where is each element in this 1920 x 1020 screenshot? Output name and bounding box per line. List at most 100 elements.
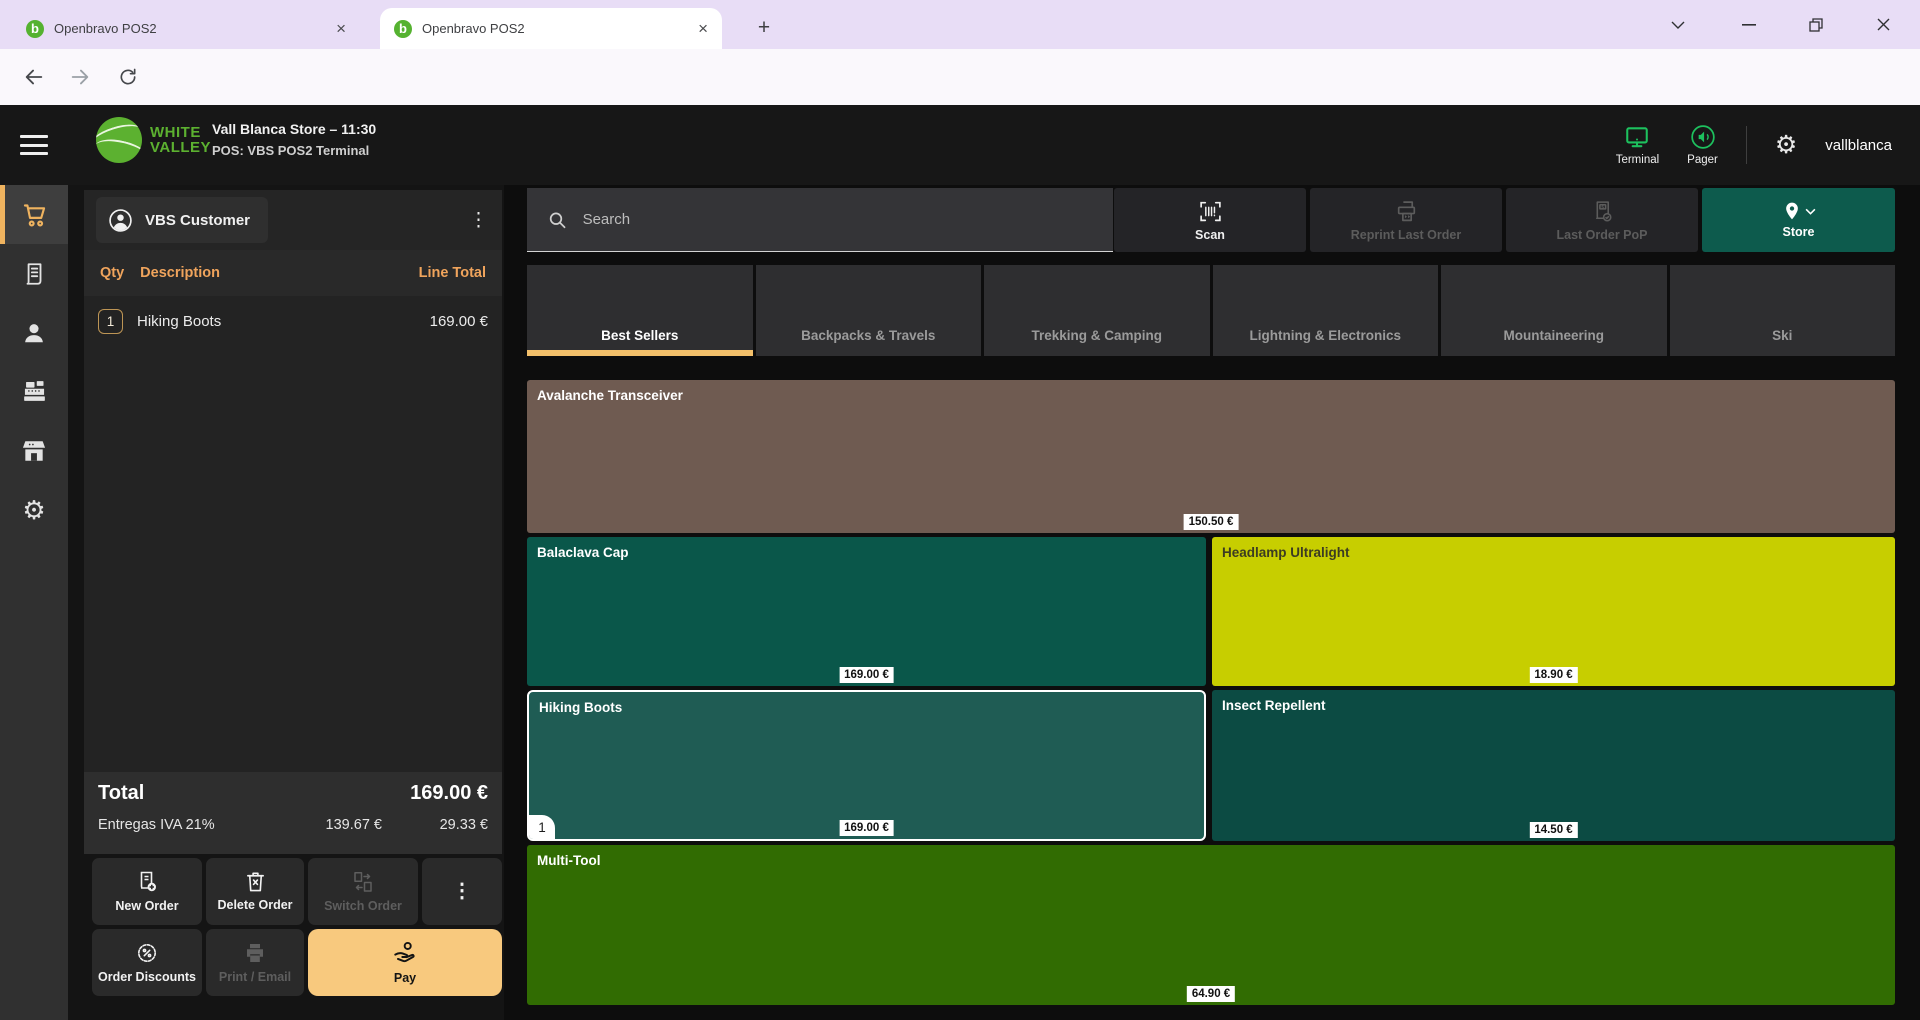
sidebar-item-customers[interactable] bbox=[0, 303, 68, 362]
forward-icon[interactable] bbox=[66, 63, 94, 91]
total-value: 169.00 € bbox=[410, 782, 488, 805]
product-price: 169.00 € bbox=[839, 820, 894, 836]
print-email-button[interactable]: Print / Email bbox=[206, 929, 304, 996]
pos-terminal-name: POS: VBS POS2 Terminal bbox=[212, 143, 376, 158]
svg-text:$: $ bbox=[1601, 204, 1604, 209]
pay-button[interactable]: Pay bbox=[308, 929, 502, 996]
product-tile-multi-tool[interactable]: Multi-Tool 64.90 € bbox=[527, 845, 1895, 1005]
product-tile-balaclava-cap[interactable]: Balaclava Cap 169.00 € bbox=[527, 537, 1206, 686]
category-tab-best-sellers[interactable]: Best Sellers bbox=[527, 265, 753, 356]
close-tab-icon[interactable]: × bbox=[698, 20, 708, 37]
category-tab-mountaineering[interactable]: Mountaineering bbox=[1441, 265, 1667, 356]
category-label: Mountaineering bbox=[1441, 328, 1667, 343]
pay-hand-coin-icon bbox=[392, 940, 418, 966]
new-tab-button[interactable]: + bbox=[748, 12, 780, 44]
product-tile-hiking-boots-selected[interactable]: Hiking Boots 169.00 € 1 bbox=[527, 690, 1206, 841]
product-tile-avalanche-transceiver[interactable]: Avalanche Transceiver 150.50 € bbox=[527, 380, 1895, 533]
back-icon[interactable] bbox=[20, 63, 48, 91]
order-lines: 1 Hiking Boots 169.00 € bbox=[84, 296, 502, 772]
product-name: Avalanche Transceiver bbox=[537, 388, 683, 403]
terminal-monitor-icon bbox=[1624, 124, 1650, 150]
sidebar-item-store[interactable] bbox=[0, 421, 68, 480]
store-icon bbox=[21, 438, 47, 464]
new-order-label: New Order bbox=[115, 899, 178, 913]
scan-button[interactable]: Scan bbox=[1114, 188, 1306, 252]
store-brand-logo: WHITEVALLEY bbox=[96, 117, 211, 163]
receipt-icon bbox=[21, 261, 47, 287]
product-name: Multi-Tool bbox=[537, 853, 600, 868]
order-discounts-icon bbox=[135, 941, 159, 965]
category-tab-backpacks-travels[interactable]: Backpacks & Travels bbox=[756, 265, 982, 356]
kebab-icon: ⋮ bbox=[452, 880, 472, 903]
product-price: 64.90 € bbox=[1187, 986, 1235, 1002]
sidebar-item-receipts[interactable] bbox=[0, 244, 68, 303]
tax-base: 139.67 € bbox=[272, 817, 382, 833]
pos-app-header: WHITEVALLEY Vall Blanca Store – 11:30 PO… bbox=[0, 105, 1920, 185]
store-selector-button[interactable]: Store bbox=[1702, 188, 1895, 252]
scan-label: Scan bbox=[1195, 228, 1225, 242]
customer-circle-icon bbox=[108, 208, 133, 233]
sidebar-item-sales[interactable] bbox=[0, 185, 68, 244]
sidebar-item-cash-management[interactable] bbox=[0, 362, 68, 421]
more-order-actions-button[interactable]: ⋮ bbox=[422, 858, 502, 925]
print-email-label: Print / Email bbox=[219, 970, 291, 984]
delete-order-button[interactable]: Delete Order bbox=[206, 858, 304, 925]
openbravo-favicon: b bbox=[26, 20, 44, 38]
line-total: 169.00 € bbox=[430, 313, 488, 330]
order-discounts-button[interactable]: Order Discounts bbox=[92, 929, 202, 996]
terminal-label: Terminal bbox=[1616, 154, 1659, 166]
product-search[interactable] bbox=[527, 188, 1113, 252]
new-order-icon bbox=[135, 870, 159, 894]
category-tab-trekking-camping[interactable]: Trekking & Camping bbox=[984, 265, 1210, 356]
switch-order-button[interactable]: Switch Order bbox=[308, 858, 418, 925]
line-qty-badge: 1 bbox=[98, 309, 123, 334]
browser-tab-2-active[interactable]: b Openbravo POS2 × bbox=[380, 8, 722, 49]
product-price: 169.00 € bbox=[839, 667, 894, 683]
pager-button[interactable]: Pager bbox=[1687, 124, 1718, 166]
last-order-pop-button[interactable]: $ Last Order PoP bbox=[1506, 188, 1698, 252]
screen: b Openbravo POS2 × b Openbravo POS2 × + bbox=[0, 0, 1920, 1020]
category-label: Trekking & Camping bbox=[984, 328, 1210, 343]
customer-name: VBS Customer bbox=[145, 212, 250, 229]
terminal-button[interactable]: Terminal bbox=[1616, 124, 1659, 166]
hamburger-menu-icon[interactable] bbox=[18, 133, 50, 157]
tab-title: Openbravo POS2 bbox=[54, 21, 326, 36]
store-name-time: Vall Blanca Store – 11:30 bbox=[212, 121, 376, 137]
customer-selector[interactable]: VBS Customer bbox=[96, 197, 268, 243]
browser-toolbar: livebuilds.openbravo.com/retail_pos2_mod… bbox=[0, 49, 1920, 105]
switch-order-icon bbox=[351, 870, 375, 894]
reload-icon[interactable] bbox=[114, 63, 142, 91]
window-minimize-button[interactable] bbox=[1726, 0, 1772, 49]
search-icon bbox=[547, 209, 568, 231]
browser-tab-1[interactable]: b Openbravo POS2 × bbox=[12, 8, 360, 49]
store-pin-icon bbox=[1782, 201, 1802, 221]
product-tile-insect-repellent[interactable]: Insect Repellent 14.50 € bbox=[1212, 690, 1895, 841]
customer-block: VBS Customer ⋮ bbox=[84, 190, 502, 250]
order-totals: Total 169.00 € Entregas IVA 21% 139.67 €… bbox=[84, 772, 502, 854]
reprint-last-order-button[interactable]: Reprint Last Order bbox=[1310, 188, 1502, 252]
order-line-row[interactable]: 1 Hiking Boots 169.00 € bbox=[84, 296, 502, 346]
order-menu-kebab-icon[interactable]: ⋮ bbox=[469, 209, 488, 232]
pager-label: Pager bbox=[1687, 154, 1718, 166]
window-close-button[interactable] bbox=[1860, 0, 1906, 49]
category-tab-ski[interactable]: Ski bbox=[1670, 265, 1896, 356]
window-restore-button[interactable] bbox=[1793, 0, 1839, 49]
sidebar-item-settings[interactable]: ⚙ bbox=[0, 480, 68, 539]
tab-search-chevron-icon[interactable] bbox=[1655, 0, 1701, 49]
category-tabs: Best Sellers Backpacks & Travels Trekkin… bbox=[527, 265, 1895, 356]
category-tab-lightning-electronics[interactable]: Lightning & Electronics bbox=[1213, 265, 1439, 356]
col-description: Description bbox=[140, 265, 220, 281]
category-label: Lightning & Electronics bbox=[1213, 328, 1439, 343]
settings-gear-icon[interactable]: ⚙ bbox=[1775, 133, 1797, 158]
nav-sidebar: ⚙ bbox=[0, 185, 68, 1020]
chevron-down-icon bbox=[1805, 208, 1816, 215]
new-order-button[interactable]: New Order bbox=[92, 858, 202, 925]
product-tile-headlamp-ultralight[interactable]: Headlamp Ultralight 18.90 € bbox=[1212, 537, 1895, 686]
store-label: Store bbox=[1783, 225, 1815, 239]
last-order-pop-icon: $ bbox=[1590, 199, 1615, 224]
close-tab-icon[interactable]: × bbox=[336, 20, 346, 37]
product-price: 18.90 € bbox=[1529, 667, 1577, 683]
order-columns-header: Qty Description Line Total bbox=[84, 250, 502, 296]
category-label: Backpacks & Travels bbox=[756, 328, 982, 343]
search-input[interactable] bbox=[583, 211, 1093, 228]
